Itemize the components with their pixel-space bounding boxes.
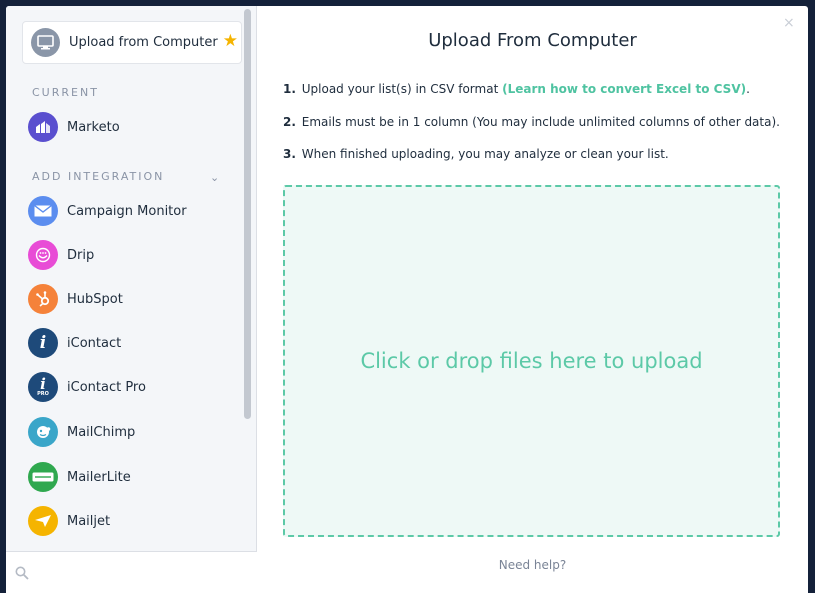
step-text: When finished uploading, you may analyze… xyxy=(301,147,669,161)
instruction-step-2: 2. Emails must be in 1 column (You may i… xyxy=(283,115,780,129)
convert-excel-link[interactable]: (Learn how to convert Excel to CSV) xyxy=(502,82,746,96)
sidebar-scroll-area: Upload from Computer ★ CURRENT Marketo A… xyxy=(6,6,257,551)
add-integration-section-label: ADD INTEGRATION xyxy=(32,170,165,183)
sidebar-item-label: iContact Pro xyxy=(67,379,146,395)
icontact-icon: i xyxy=(28,328,58,358)
step-number: 2. xyxy=(283,115,296,129)
sidebar-item-icontact-pro[interactable]: i PRO iContact Pro xyxy=(28,370,238,404)
search-input[interactable] xyxy=(37,565,237,580)
need-help-link[interactable]: Need help? xyxy=(257,558,808,572)
star-icon[interactable]: ★ xyxy=(223,33,238,50)
marketo-icon xyxy=(28,112,58,142)
sidebar-item-marketo[interactable]: Marketo xyxy=(28,110,238,144)
step-number: 3. xyxy=(283,147,296,161)
sidebar-item-campaign-monitor[interactable]: Campaign Monitor xyxy=(28,194,238,228)
sidebar-item-label: iContact xyxy=(67,335,122,351)
chevron-down-icon[interactable]: ⌄ xyxy=(210,171,219,184)
sidebar-item-mailerlite[interactable]: MailerLite xyxy=(28,460,238,494)
sidebar-item-label: MailerLite xyxy=(67,469,131,485)
sidebar-item-label: Mailjet xyxy=(67,513,111,529)
icontact-pro-icon: i PRO xyxy=(28,372,58,402)
file-dropzone[interactable]: Click or drop files here to upload xyxy=(283,185,780,537)
step-suffix: . xyxy=(746,82,750,96)
mailchimp-icon xyxy=(28,417,58,447)
current-section-label: CURRENT xyxy=(32,86,99,99)
instruction-step-3: 3. When finished uploading, you may anal… xyxy=(283,147,669,161)
close-icon[interactable]: × xyxy=(783,16,795,30)
sidebar-item-label: Marketo xyxy=(67,119,120,135)
drip-icon xyxy=(28,240,58,270)
page-title: Upload From Computer xyxy=(428,30,637,51)
step-number: 1. xyxy=(283,82,296,96)
sidebar-item-label: Upload from Computer xyxy=(69,35,218,50)
sidebar-scrollbar[interactable] xyxy=(244,9,251,419)
sidebar-item-drip[interactable]: Drip xyxy=(28,238,238,272)
search-icon xyxy=(15,566,29,580)
instruction-step-1: 1. Upload your list(s) in CSV format (Le… xyxy=(283,82,750,96)
sidebar-item-label: MailChimp xyxy=(67,424,136,440)
sidebar-item-hubspot[interactable]: HubSpot xyxy=(28,282,238,316)
sidebar-item-label: Drip xyxy=(67,247,95,263)
dropzone-label: Click or drop files here to upload xyxy=(360,349,703,373)
mailerlite-icon xyxy=(28,462,58,492)
hubspot-icon xyxy=(28,284,58,314)
step-text: Upload your list(s) in CSV format xyxy=(301,82,503,96)
sidebar-item-mailjet[interactable]: Mailjet xyxy=(28,504,238,538)
mailjet-icon xyxy=(28,506,58,536)
upload-modal: Upload from Computer ★ CURRENT Marketo A… xyxy=(6,6,808,593)
sidebar-item-label: Campaign Monitor xyxy=(67,203,187,219)
step-text: Emails must be in 1 column (You may incl… xyxy=(301,115,780,129)
sidebar-search xyxy=(6,551,257,593)
integrations-sidebar: Upload from Computer ★ CURRENT Marketo A… xyxy=(6,6,257,593)
monitor-icon xyxy=(31,28,60,57)
sidebar-item-mailchimp[interactable]: MailChimp xyxy=(28,415,238,449)
sidebar-item-icontact[interactable]: i iContact xyxy=(28,326,238,360)
sidebar-item-upload-from-computer[interactable]: Upload from Computer ★ xyxy=(22,21,242,64)
envelope-icon xyxy=(28,196,58,226)
sidebar-item-label: HubSpot xyxy=(67,291,123,307)
